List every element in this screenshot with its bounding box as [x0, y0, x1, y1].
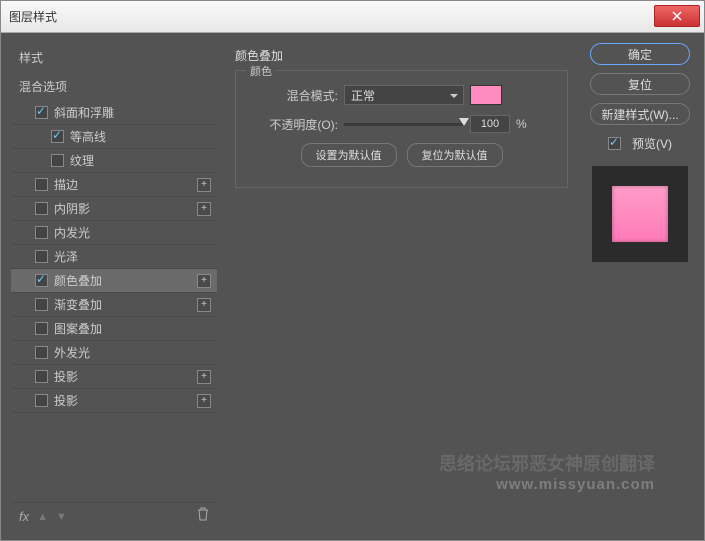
styles-header[interactable]: 样式 — [11, 43, 217, 72]
add-effect-icon[interactable]: + — [197, 274, 211, 288]
blend-mode-value: 正常 — [351, 87, 375, 104]
preview-box — [592, 166, 688, 262]
effect-row[interactable]: 光泽 — [11, 245, 217, 269]
effect-checkbox[interactable] — [35, 106, 48, 119]
add-effect-icon[interactable]: + — [197, 298, 211, 312]
cancel-button[interactable]: 复位 — [590, 73, 690, 95]
effect-label: 斜面和浮雕 — [54, 104, 114, 121]
effect-label: 投影 — [54, 368, 78, 385]
effect-label: 图案叠加 — [54, 320, 102, 337]
effect-checkbox[interactable] — [35, 370, 48, 383]
effect-checkbox[interactable] — [35, 394, 48, 407]
effect-label: 颜色叠加 — [54, 272, 102, 289]
effect-label: 渐变叠加 — [54, 296, 102, 313]
effect-row[interactable]: 等高线 — [11, 125, 217, 149]
fx-label[interactable]: fx — [19, 509, 29, 524]
preview-toggle[interactable]: 预览(V) — [608, 135, 672, 152]
effect-row[interactable]: 内发光 — [11, 221, 217, 245]
add-effect-icon[interactable]: + — [197, 202, 211, 216]
opacity-input[interactable]: 100 — [470, 115, 510, 133]
opacity-slider[interactable] — [344, 123, 464, 126]
arrow-up-icon[interactable]: ▲ — [37, 511, 48, 523]
effect-checkbox[interactable] — [35, 274, 48, 287]
blend-mode-label: 混合模式: — [248, 87, 338, 104]
preview-swatch — [612, 186, 668, 242]
color-group: 颜色 混合模式: 正常 不透明度(O): 100 % 设置为默认值 复位为默认 — [235, 70, 568, 188]
effect-row[interactable]: 内阴影 + — [11, 197, 217, 221]
color-swatch[interactable] — [470, 85, 502, 105]
effect-checkbox[interactable] — [35, 178, 48, 191]
sidebar: 样式 混合选项 斜面和浮雕等高线纹理描边 + 内阴影 + 内发光光泽颜色叠加 + 渐变叠加 +… — [11, 43, 217, 530]
watermark: 思络论坛邪恶女神原创翻译 www.missyuan.com — [439, 450, 655, 493]
blend-mode-select[interactable]: 正常 — [344, 85, 464, 105]
effect-label: 光泽 — [54, 248, 78, 265]
effect-list: 斜面和浮雕等高线纹理描边 + 内阴影 + 内发光光泽颜色叠加 + 渐变叠加 + 图案叠加外发光投… — [11, 101, 217, 502]
panel-title: 颜色叠加 — [235, 47, 568, 64]
layer-style-dialog: 图层样式 样式 混合选项 斜面和浮雕等高线纹理描边+内阴影+内发光光泽颜色叠加+… — [0, 0, 705, 541]
sidebar-footer: fx ▲ ▼ — [11, 502, 217, 530]
effect-row[interactable]: 斜面和浮雕 — [11, 101, 217, 125]
window-title: 图层样式 — [9, 8, 57, 25]
effect-row[interactable]: 颜色叠加 + — [11, 269, 217, 293]
ok-button[interactable]: 确定 — [590, 43, 690, 65]
effect-row[interactable]: 图案叠加 — [11, 317, 217, 341]
effect-row[interactable]: 渐变叠加 + — [11, 293, 217, 317]
watermark-line1: 思络论坛邪恶女神原创翻译 — [439, 450, 655, 476]
group-label: 颜色 — [246, 63, 276, 79]
effect-row[interactable]: 纹理 — [11, 149, 217, 173]
effect-label: 纹理 — [70, 152, 94, 169]
effect-checkbox[interactable] — [51, 154, 64, 167]
effect-row[interactable]: 投影 + — [11, 389, 217, 413]
preview-label: 预览(V) — [632, 135, 672, 152]
effect-label: 外发光 — [54, 344, 90, 361]
blend-options[interactable]: 混合选项 — [11, 72, 217, 101]
titlebar: 图层样式 — [1, 1, 704, 33]
effect-label: 内阴影 — [54, 200, 90, 217]
effect-row[interactable]: 外发光 — [11, 341, 217, 365]
effect-label: 内发光 — [54, 224, 90, 241]
effect-checkbox[interactable] — [35, 202, 48, 215]
effect-label: 投影 — [54, 392, 78, 409]
defaults-row: 设置为默认值 复位为默认值 — [248, 143, 555, 167]
opacity-row: 不透明度(O): 100 % — [248, 115, 555, 133]
close-icon — [672, 11, 682, 21]
add-effect-icon[interactable]: + — [197, 394, 211, 408]
opacity-unit: % — [516, 117, 527, 131]
watermark-line2: www.missyuan.com — [439, 476, 655, 493]
trash-icon[interactable] — [197, 507, 209, 526]
effect-checkbox[interactable] — [35, 322, 48, 335]
arrow-down-icon[interactable]: ▼ — [56, 511, 67, 523]
effect-label: 描边 — [54, 176, 78, 193]
effect-row[interactable]: 投影 + — [11, 365, 217, 389]
add-effect-icon[interactable]: + — [197, 178, 211, 192]
effect-row[interactable]: 描边 + — [11, 173, 217, 197]
add-effect-icon[interactable]: + — [197, 370, 211, 384]
effect-checkbox[interactable] — [35, 250, 48, 263]
effect-checkbox[interactable] — [51, 130, 64, 143]
blend-mode-row: 混合模式: 正常 — [248, 85, 555, 105]
opacity-label: 不透明度(O): — [248, 116, 338, 133]
effect-label: 等高线 — [70, 128, 106, 145]
effect-checkbox[interactable] — [35, 298, 48, 311]
set-default-button[interactable]: 设置为默认值 — [301, 143, 397, 167]
slider-thumb-icon[interactable] — [459, 118, 469, 126]
new-style-button[interactable]: 新建样式(W)... — [590, 103, 690, 125]
close-button[interactable] — [654, 5, 700, 27]
preview-checkbox[interactable] — [608, 137, 621, 150]
effect-checkbox[interactable] — [35, 346, 48, 359]
reset-default-button[interactable]: 复位为默认值 — [407, 143, 503, 167]
effect-checkbox[interactable] — [35, 226, 48, 239]
